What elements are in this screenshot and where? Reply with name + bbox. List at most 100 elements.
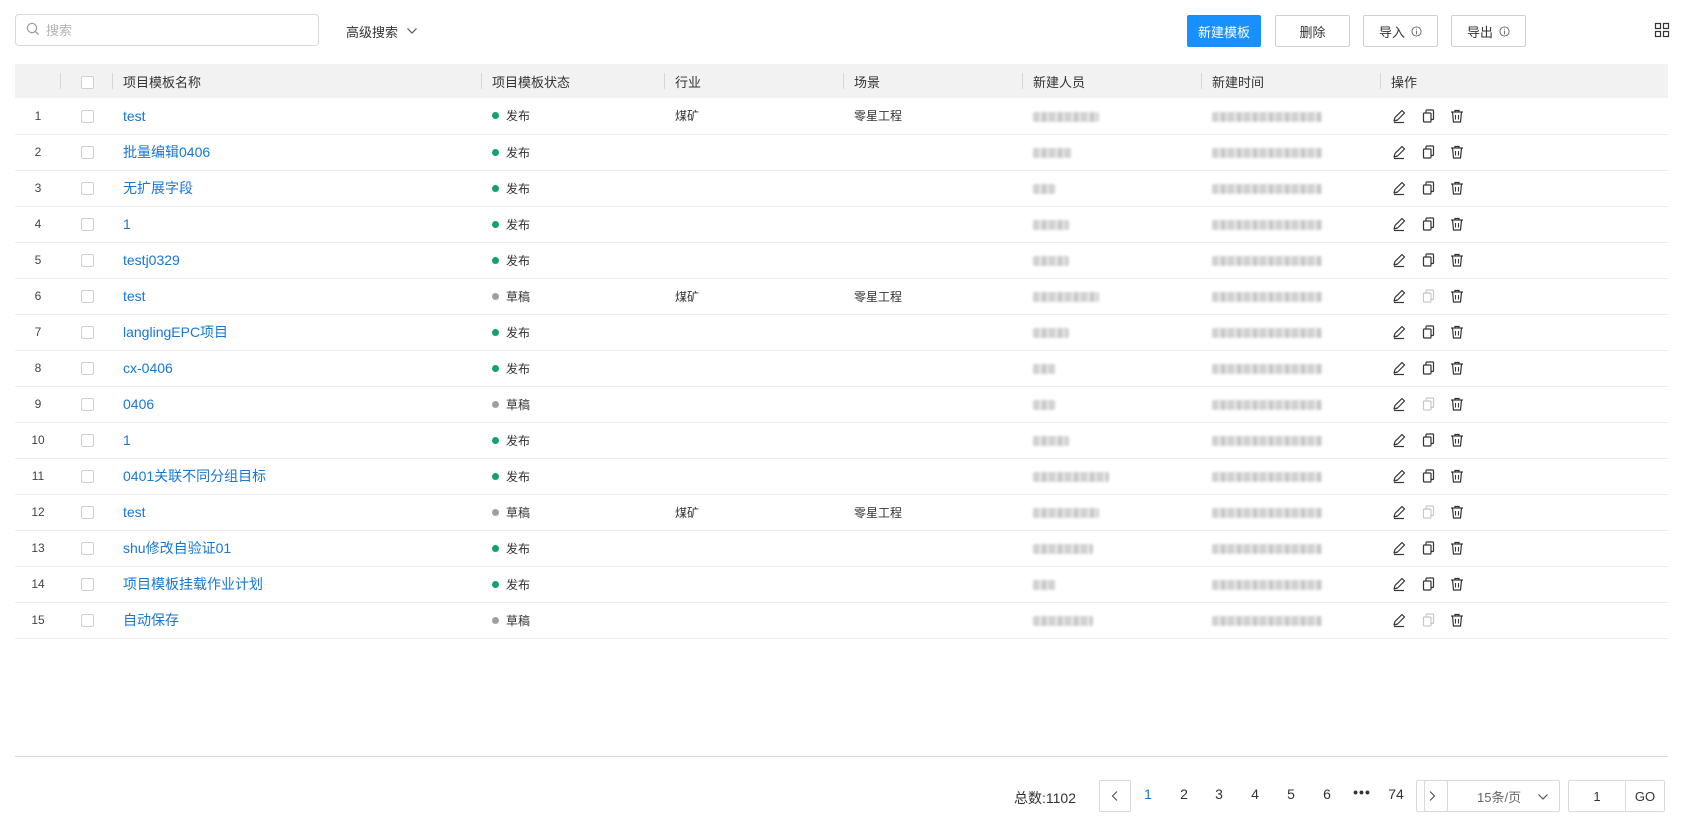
- edit-icon[interactable]: [1391, 360, 1407, 376]
- jump-page-input[interactable]: [1568, 780, 1626, 812]
- copy-icon[interactable]: [1420, 180, 1436, 196]
- delete-icon[interactable]: [1449, 432, 1465, 448]
- table-row[interactable]: 5 testj0329 发布: [15, 242, 1668, 278]
- template-name-link[interactable]: 1: [123, 216, 131, 232]
- copy-icon[interactable]: [1420, 432, 1436, 448]
- delete-icon[interactable]: [1449, 252, 1465, 268]
- template-name-link[interactable]: test: [123, 288, 146, 304]
- row-checkbox[interactable]: [80, 290, 94, 304]
- row-checkbox[interactable]: [80, 146, 94, 160]
- table-row[interactable]: 8 cx-0406 发布: [15, 350, 1668, 386]
- edit-icon[interactable]: [1391, 396, 1407, 412]
- template-name-link[interactable]: 自动保存: [123, 612, 179, 628]
- delete-icon[interactable]: [1449, 360, 1465, 376]
- search-box[interactable]: [15, 14, 319, 46]
- template-name-link[interactable]: 批量编辑0406: [123, 144, 210, 160]
- table-row[interactable]: 9 0406 草稿: [15, 386, 1668, 422]
- advanced-search-toggle[interactable]: 高级搜索: [346, 20, 418, 42]
- page-last[interactable]: 74: [1384, 786, 1408, 802]
- edit-icon[interactable]: [1391, 612, 1407, 628]
- table-row[interactable]: 11 0401关联不同分组目标 发布: [15, 458, 1668, 494]
- page-4[interactable]: 4: [1243, 786, 1267, 802]
- delete-icon[interactable]: [1449, 288, 1465, 304]
- row-checkbox[interactable]: [80, 254, 94, 268]
- delete-icon[interactable]: [1449, 468, 1465, 484]
- delete-button[interactable]: 删除: [1275, 15, 1350, 47]
- edit-icon[interactable]: [1391, 252, 1407, 268]
- table-row[interactable]: 12 test 草稿 煤矿 零星工程: [15, 494, 1668, 530]
- page-2[interactable]: 2: [1172, 786, 1196, 802]
- template-name-link[interactable]: cx-0406: [123, 360, 173, 376]
- table-row[interactable]: 13 shu修改自验证01 发布: [15, 530, 1668, 566]
- row-checkbox[interactable]: [80, 614, 94, 628]
- row-checkbox[interactable]: [80, 362, 94, 376]
- delete-icon[interactable]: [1449, 612, 1465, 628]
- go-button[interactable]: GO: [1625, 780, 1665, 812]
- table-row[interactable]: 7 langlingEPC项目 发布: [15, 314, 1668, 350]
- table-row[interactable]: 6 test 草稿 煤矿 零星工程: [15, 278, 1668, 314]
- edit-icon[interactable]: [1391, 540, 1407, 556]
- edit-icon[interactable]: [1391, 504, 1407, 520]
- import-button[interactable]: 导入: [1363, 15, 1438, 47]
- edit-icon[interactable]: [1391, 144, 1407, 160]
- delete-icon[interactable]: [1449, 540, 1465, 556]
- delete-icon[interactable]: [1449, 324, 1465, 340]
- copy-icon[interactable]: [1420, 540, 1436, 556]
- copy-icon[interactable]: [1420, 576, 1436, 592]
- delete-icon[interactable]: [1449, 108, 1465, 124]
- template-name-link[interactable]: 0406: [123, 396, 154, 412]
- delete-icon[interactable]: [1449, 216, 1465, 232]
- template-name-link[interactable]: 1: [123, 432, 131, 448]
- table-row[interactable]: 14 项目模板挂载作业计划 发布: [15, 566, 1668, 602]
- delete-icon[interactable]: [1449, 180, 1465, 196]
- page-1[interactable]: 1: [1136, 786, 1160, 802]
- table-row[interactable]: 3 无扩展字段 发布: [15, 170, 1668, 206]
- edit-icon[interactable]: [1391, 324, 1407, 340]
- template-name-link[interactable]: shu修改自验证01: [123, 540, 231, 556]
- row-checkbox[interactable]: [80, 398, 94, 412]
- copy-icon[interactable]: [1420, 144, 1436, 160]
- template-name-link[interactable]: test: [123, 108, 146, 124]
- delete-icon[interactable]: [1449, 144, 1465, 160]
- copy-icon[interactable]: [1420, 252, 1436, 268]
- template-name-link[interactable]: testj0329: [123, 252, 180, 268]
- row-checkbox[interactable]: [80, 470, 94, 484]
- delete-icon[interactable]: [1449, 504, 1465, 520]
- page-5[interactable]: 5: [1279, 786, 1303, 802]
- table-row[interactable]: 2 批量编辑0406 发布: [15, 134, 1668, 170]
- page-ellipsis[interactable]: •••: [1353, 784, 1371, 800]
- table-row[interactable]: 1 test 发布 煤矿 零星工程: [15, 98, 1668, 134]
- delete-icon[interactable]: [1449, 396, 1465, 412]
- delete-icon[interactable]: [1449, 576, 1465, 592]
- edit-icon[interactable]: [1391, 180, 1407, 196]
- edit-icon[interactable]: [1391, 576, 1407, 592]
- template-name-link[interactable]: 0401关联不同分组目标: [123, 468, 266, 484]
- edit-icon[interactable]: [1391, 108, 1407, 124]
- edit-icon[interactable]: [1391, 432, 1407, 448]
- copy-icon[interactable]: [1420, 108, 1436, 124]
- row-checkbox[interactable]: [80, 506, 94, 520]
- row-checkbox[interactable]: [80, 542, 94, 556]
- grid-view-icon[interactable]: [1654, 22, 1670, 38]
- table-row[interactable]: 4 1 发布: [15, 206, 1668, 242]
- row-checkbox[interactable]: [80, 578, 94, 592]
- search-input[interactable]: [46, 22, 306, 38]
- page-size-select[interactable]: 15条/页: [1424, 780, 1560, 812]
- row-checkbox[interactable]: [80, 182, 94, 196]
- table-row[interactable]: 10 1 发布: [15, 422, 1668, 458]
- row-checkbox[interactable]: [80, 109, 94, 123]
- edit-icon[interactable]: [1391, 216, 1407, 232]
- edit-icon[interactable]: [1391, 468, 1407, 484]
- export-button[interactable]: 导出: [1451, 15, 1526, 47]
- table-row[interactable]: 15 自动保存 草稿: [15, 602, 1668, 638]
- copy-icon[interactable]: [1420, 324, 1436, 340]
- row-checkbox[interactable]: [80, 326, 94, 340]
- page-6[interactable]: 6: [1315, 786, 1339, 802]
- template-name-link[interactable]: langlingEPC项目: [123, 324, 228, 340]
- template-name-link[interactable]: 无扩展字段: [123, 180, 193, 196]
- edit-icon[interactable]: [1391, 288, 1407, 304]
- template-name-link[interactable]: test: [123, 504, 146, 520]
- prev-page-button[interactable]: [1099, 780, 1131, 812]
- copy-icon[interactable]: [1420, 360, 1436, 376]
- row-checkbox[interactable]: [80, 218, 94, 232]
